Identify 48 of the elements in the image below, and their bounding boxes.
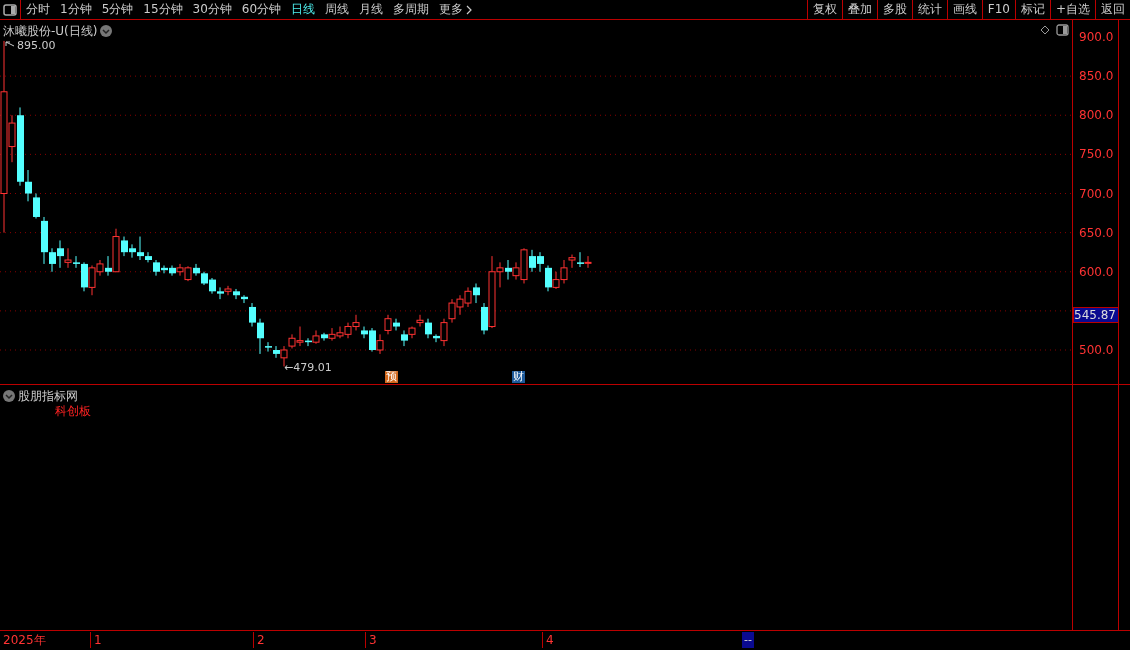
cursor-time-label: --	[742, 632, 754, 648]
more-button[interactable]: 更多	[434, 0, 478, 19]
indicator-label: 科创板	[55, 405, 91, 417]
dropdown-icon[interactable]	[3, 390, 15, 402]
toolbar-button[interactable]: +自选	[1049, 0, 1095, 19]
toolbar-button[interactable]: 复权	[806, 0, 842, 19]
toolbar-button[interactable]: 叠加	[841, 0, 877, 19]
period-tab[interactable]: 月线	[354, 0, 389, 19]
current-price-label: 545.87	[1073, 307, 1119, 323]
toolbar-button[interactable]: 统计	[911, 0, 947, 19]
period-tab[interactable]: 分时	[21, 0, 55, 19]
price-tick: 900.0	[1079, 31, 1114, 43]
toolbar-button[interactable]: 标记	[1014, 0, 1050, 19]
event-badge[interactable]: 财	[512, 371, 525, 383]
event-badge[interactable]: 预	[385, 371, 398, 383]
price-tick: 600.0	[1079, 265, 1114, 278]
period-tab[interactable]: 60分钟	[236, 0, 287, 19]
price-tick: 800.0	[1079, 109, 1114, 122]
period-tab[interactable]: 5分钟	[96, 0, 139, 19]
panel-toggle-icon[interactable]	[1056, 24, 1069, 36]
price-tick: 700.0	[1079, 187, 1114, 200]
time-label: 4	[542, 632, 554, 648]
diamond-icon[interactable]	[1040, 25, 1050, 35]
high-price-label: 895.00	[17, 40, 56, 52]
period-tab[interactable]: 周线	[320, 0, 355, 19]
dropdown-icon[interactable]	[100, 25, 113, 37]
period-tab[interactable]: 多周期	[388, 0, 435, 19]
toolbar-button[interactable]: 多股	[876, 0, 912, 19]
price-tick: 850.0	[1079, 70, 1114, 83]
price-tick: 500.0	[1079, 344, 1114, 356]
panel-toggle-icon[interactable]	[3, 3, 17, 16]
toolbar-button[interactable]: F10	[981, 0, 1015, 19]
chevron-right-icon	[466, 4, 473, 15]
time-label: 3	[365, 632, 377, 648]
price-tick: 750.0	[1079, 148, 1114, 161]
period-tab[interactable]: 1分钟	[55, 0, 97, 19]
indicator-title: 股朋指标网	[18, 388, 78, 405]
time-label: 2	[253, 632, 265, 648]
period-tab[interactable]: 日线	[286, 0, 321, 19]
chart-title: 沐曦股份-U(日线)	[3, 23, 98, 40]
time-label: 2025年	[2, 632, 46, 648]
period-tab[interactable]: 30分钟	[187, 0, 237, 19]
toolbar-button[interactable]: 返回	[1095, 0, 1130, 19]
time-label: 1	[90, 632, 102, 648]
low-price-label: ←479.01	[284, 362, 332, 374]
price-tick: 650.0	[1079, 226, 1114, 239]
toolbar-button[interactable]: 画线	[946, 0, 982, 19]
period-tab[interactable]: 15分钟	[138, 0, 188, 19]
